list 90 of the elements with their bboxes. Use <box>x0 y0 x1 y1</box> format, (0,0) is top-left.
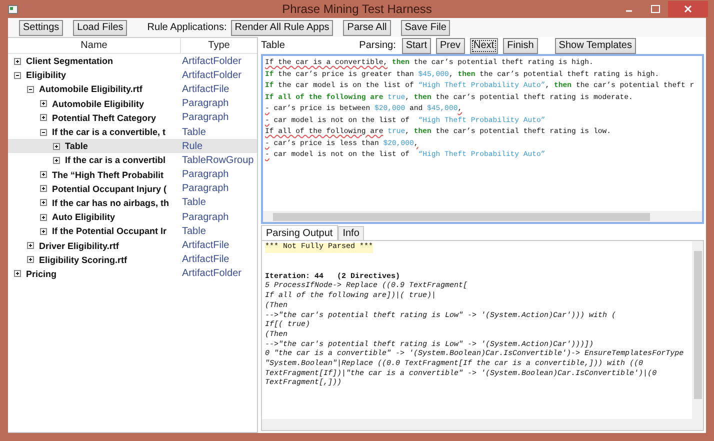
tree-item-name: Potential Occupant Injury ( <box>52 184 167 194</box>
collapse-icon[interactable] <box>14 72 21 79</box>
tree-item-name: Auto Eligibility <box>52 212 115 222</box>
tree-item-type: Table <box>181 197 206 208</box>
close-button[interactable] <box>668 1 708 17</box>
tree-item-name: Potential Theft Category <box>52 112 156 123</box>
tree-row[interactable]: If the car has no airbags, th Table <box>8 196 257 210</box>
tree-item-name: If the car is a convertibl <box>65 155 166 166</box>
toolbar-button[interactable]: Parse All <box>343 20 391 36</box>
expand-icon[interactable] <box>40 114 47 122</box>
tree-item-name: Pricing <box>26 268 57 279</box>
column-header[interactable]: Type <box>181 38 257 53</box>
expand-icon[interactable] <box>40 171 47 178</box>
tree-item-name: Automobile Eligibility.rtf <box>39 84 142 94</box>
expand-icon[interactable] <box>14 270 21 278</box>
tree-row[interactable]: Table Rule <box>8 139 257 154</box>
tree-item-type: Paragraph <box>181 212 229 223</box>
tree-item-type: ArtifactFile <box>181 254 230 266</box>
tree-row[interactable]: Potential Theft Category Paragraph <box>8 110 257 125</box>
tree-row[interactable]: The “High Theft Probabilit Paragraph <box>8 168 257 182</box>
tree-item-type: Paragraph <box>181 112 229 124</box>
parsing-button[interactable]: Start <box>402 38 431 54</box>
expand-icon[interactable] <box>27 256 34 264</box>
collapse-icon[interactable] <box>40 128 47 136</box>
tree-item-type: Paragraph <box>181 98 229 110</box>
tree-item-name: If the Potential Occupant Ir <box>52 226 167 236</box>
tree-item-type: ArtifactFile <box>181 240 230 252</box>
tree-item-type: Rule <box>181 140 203 152</box>
rule-applications-label: Rule Applications: <box>147 22 227 33</box>
toolbar-button[interactable]: Render All Rule Apps <box>230 20 334 36</box>
tree-row[interactable]: Eligibility Scoring.rtf ArtifactFile <box>8 252 257 267</box>
expand-icon[interactable] <box>53 142 60 150</box>
parsing-button[interactable]: Next <box>470 38 498 54</box>
parsing-button[interactable]: Finish <box>503 38 538 54</box>
tree-item-name: Driver Eligibility.rtf <box>39 240 119 251</box>
tree-row[interactable]: Client Segmentation ArtifactFolder <box>8 54 257 68</box>
expand-icon[interactable] <box>40 228 47 235</box>
tree-item-type: ArtifactFolder <box>181 70 242 81</box>
tree-item-name: Client Segmentation <box>26 56 114 66</box>
tree-item-type: Paragraph <box>181 183 229 194</box>
expand-icon[interactable] <box>40 185 47 192</box>
output-tab[interactable]: Parsing Output <box>261 225 338 240</box>
horizontal-scrollbar[interactable] <box>262 419 703 430</box>
tree-row[interactable]: Automobile Eligibility Paragraph <box>8 96 257 111</box>
tree-item-name: If the car is a convertible, t <box>52 127 166 138</box>
expand-icon[interactable] <box>40 214 47 221</box>
expand-icon[interactable] <box>53 156 60 164</box>
output-tab[interactable]: Info <box>338 226 364 240</box>
tree-item-type: ArtifactFolder <box>181 268 242 280</box>
collapse-icon[interactable] <box>27 86 34 93</box>
tree-row[interactable]: If the car is a convertibl TableRowGroup <box>8 153 257 168</box>
tree-row[interactable]: Eligibility ArtifactFolder <box>8 68 257 82</box>
tree-row[interactable]: Auto Eligibility Paragraph <box>8 210 257 224</box>
editor-heading: Table <box>261 40 285 51</box>
tree-row[interactable]: If the Potential Occupant Ir Table <box>8 224 257 238</box>
tree-item-name: If the car has no airbags, th <box>52 198 170 208</box>
horizontal-scrollbar[interactable] <box>263 211 702 222</box>
tree-item-name: The “High Theft Probabilit <box>52 170 164 180</box>
maximize-icon <box>650 5 660 13</box>
tree-item-name: Eligibility Scoring.rtf <box>39 254 128 265</box>
show-templates-button[interactable]: Show Templates <box>554 38 636 54</box>
toolbar-button[interactable]: Load Files <box>73 20 128 36</box>
expand-icon[interactable] <box>14 58 21 65</box>
tree-row[interactable]: If the car is a convertible, t Table <box>8 124 257 140</box>
app-icon <box>8 4 18 14</box>
expand-icon[interactable] <box>40 100 47 108</box>
tree-item-type: TableRowGroup <box>181 154 254 166</box>
tree-item-name: Table <box>65 141 88 152</box>
expand-icon[interactable] <box>40 199 47 206</box>
expand-icon[interactable] <box>27 242 34 250</box>
parsing-label: Parsing: <box>359 40 396 51</box>
tree-item-type: Table <box>181 126 206 138</box>
window-title: Phrase Mining Test Harness <box>281 2 433 16</box>
toolbar-button[interactable]: Settings <box>19 20 64 36</box>
tree-item-name: Automobile Eligibility <box>52 98 144 109</box>
toolbar-button[interactable]: Save File <box>400 20 450 36</box>
rule-text-editor[interactable] <box>261 54 704 224</box>
column-header[interactable]: Name <box>8 38 181 53</box>
tree-row[interactable]: Potential Occupant Injury ( Paragraph <box>8 182 257 196</box>
tree-row[interactable]: Driver Eligibility.rtf ArtifactFile <box>8 238 257 253</box>
tree-row[interactable]: Pricing ArtifactFolder <box>8 266 257 281</box>
tree-row[interactable]: Automobile Eligibility.rtf ArtifactFile <box>8 82 257 97</box>
parsing-button[interactable]: Prev <box>436 38 465 54</box>
tree-item-type: Table <box>181 226 206 237</box>
vertical-scrollbar[interactable] <box>692 241 703 419</box>
tree-item-type: ArtifactFile <box>181 84 230 95</box>
tree-item-type: Paragraph <box>181 169 229 180</box>
tree-item-name: Eligibility <box>26 70 66 80</box>
close-icon <box>684 5 692 13</box>
tree-item-type: ArtifactFolder <box>181 56 242 67</box>
